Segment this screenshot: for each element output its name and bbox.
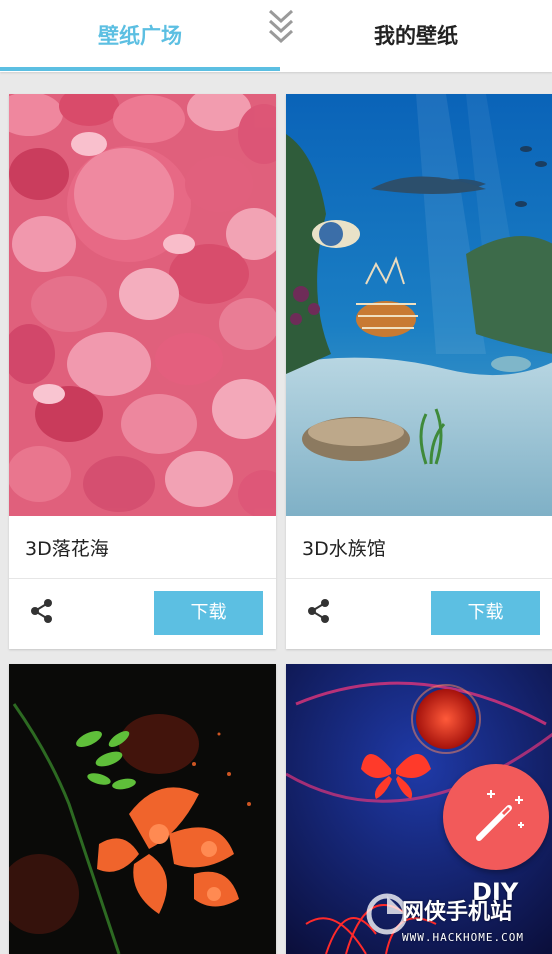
- magic-wand-icon: [476, 790, 524, 841]
- wallpaper-card: 3D水族馆 下载: [286, 94, 552, 649]
- wallpaper-card: [9, 664, 276, 954]
- wallpaper-preview-flower[interactable]: [9, 664, 276, 954]
- tab-bar: 壁纸广场 我的壁纸: [0, 0, 552, 72]
- petals-image: [9, 94, 276, 516]
- wallpaper-preview-petals[interactable]: [9, 94, 276, 516]
- wallpaper-card: 3D落花海 下载: [9, 94, 276, 649]
- diy-fab-button[interactable]: [443, 764, 549, 870]
- watermark-brand: 网侠手机站: [402, 900, 513, 925]
- download-button[interactable]: 下载: [154, 591, 263, 635]
- flower-image: [9, 664, 276, 954]
- wallpaper-preview-aquarium[interactable]: [286, 94, 552, 516]
- tab-my-wallpapers[interactable]: 我的壁纸: [280, 0, 552, 72]
- wallpaper-title: 3D落花海: [25, 538, 109, 560]
- aquarium-image: [286, 94, 552, 516]
- download-button[interactable]: 下载: [431, 591, 540, 635]
- card-divider: [286, 578, 552, 579]
- chevron-double-down-icon[interactable]: [265, 6, 297, 46]
- watermark-url: WWW.HACKHOME.COM: [402, 931, 524, 944]
- wallpaper-title: 3D水族馆: [302, 538, 386, 560]
- card-divider: [9, 578, 276, 579]
- tab-wallpaper-gallery[interactable]: 壁纸广场: [0, 0, 280, 72]
- active-tab-indicator: [0, 67, 280, 71]
- share-icon[interactable]: [306, 598, 332, 624]
- share-icon[interactable]: [29, 598, 55, 624]
